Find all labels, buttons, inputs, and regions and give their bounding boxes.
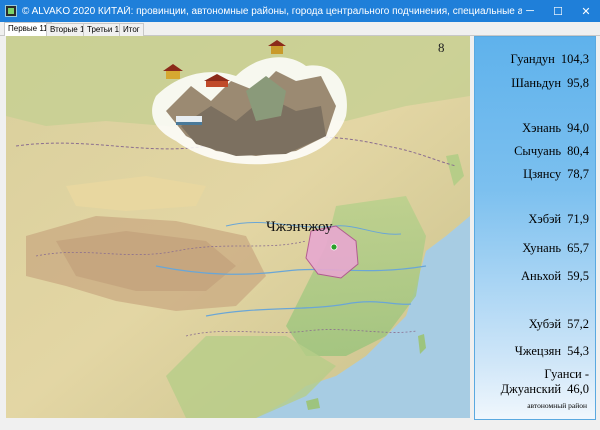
ranking-row: Гуанси - Джуанский 46,0 [501, 367, 589, 397]
china-map: 8 Чжэнчжоу [6, 36, 470, 418]
province-name: Сычуань [514, 144, 562, 158]
maximize-button[interactable]: ☐ [544, 0, 572, 22]
province-value: 57,2 [567, 317, 589, 331]
ranking-row: Гуандун 104,3 [511, 52, 590, 67]
province-name: Хунань [522, 241, 562, 255]
province-name: Чжецзян [514, 344, 562, 358]
province-value: 94,0 [567, 121, 589, 135]
window-controls: ─ ☐ ✕ [516, 0, 600, 22]
ranking-row: Шаньдун 95,8 [511, 76, 589, 91]
province-value: 95,8 [567, 76, 589, 90]
province-name: Цзянсу [523, 167, 562, 181]
province-value: 59,5 [567, 269, 589, 283]
ranking-row: Чжецзян 54,3 [515, 344, 589, 359]
province-value: 46,0 [567, 382, 589, 396]
capital-marker-icon [330, 243, 338, 251]
slide-number: 8 [438, 40, 445, 55]
ranking-row: Хэбэй 71,9 [528, 212, 589, 227]
province-name-line2: Джуанский [500, 382, 562, 396]
ranking-panel: Гуандун 104,3 Шаньдун 95,8 Хэнань 94,0 Сычу… [474, 36, 596, 420]
province-value: 80,4 [567, 144, 589, 158]
province-name: Гуандун [510, 52, 555, 66]
province-name-line1: Гуанси - [544, 367, 589, 381]
province-value: 65,7 [567, 241, 589, 255]
minimize-button[interactable]: ─ [516, 0, 544, 22]
province-name: Хубэй [528, 317, 562, 331]
province-name: Хэнань [522, 121, 562, 135]
province-name: Шаньдун [511, 76, 562, 90]
tab-bar: Первые 11 Вторые 11 Третьи 11 Итог [0, 22, 600, 37]
close-button[interactable]: ✕ [572, 0, 600, 22]
province-value: 54,3 [567, 344, 589, 358]
province-value: 104,3 [560, 52, 589, 66]
title-bar: © ALVAKO 2020 КИТАЙ: провинции, автономн… [0, 0, 600, 22]
tab-total[interactable]: Итог [119, 23, 144, 36]
window-title: © ALVAKO 2020 КИТАЙ: провинции, автономн… [22, 5, 522, 17]
region-label: Чжэнчжоу [266, 219, 333, 235]
province-name: Аньхой [520, 269, 562, 283]
ranking-row: Хэнань 94,0 [522, 121, 589, 136]
app-icon [5, 5, 17, 17]
ranking-row: Сычуань 80,4 [514, 144, 589, 159]
province-value: 78,7 [567, 167, 589, 181]
province-name: Хэбэй [528, 212, 562, 226]
province-note: автономный район [527, 401, 587, 410]
ranking-row: Хунань 65,7 [522, 241, 589, 256]
tab-first-11[interactable]: Первые 11 [4, 22, 52, 37]
ranking-row: Аньхой 59,5 [521, 269, 589, 284]
ranking-row: Хубэй 57,2 [529, 317, 589, 332]
province-value: 71,9 [567, 212, 589, 226]
ranking-row: Цзянсу 78,7 [523, 167, 589, 182]
map-graphic [6, 36, 470, 418]
